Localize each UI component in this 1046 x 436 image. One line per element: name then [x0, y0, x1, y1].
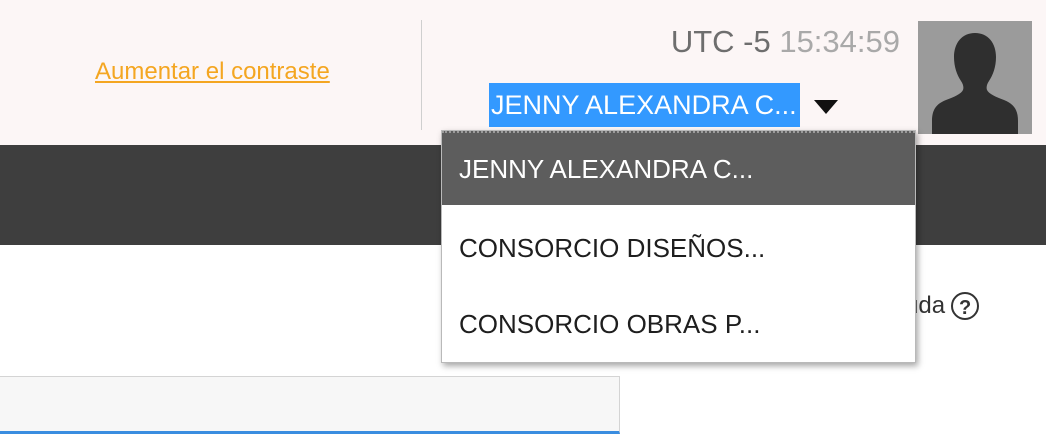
increase-contrast-link[interactable]: Aumentar el contraste: [95, 58, 330, 86]
user-select[interactable]: JENNY ALEXANDRA C...: [489, 83, 838, 127]
search-input[interactable]: [0, 376, 620, 434]
header-divider: [421, 20, 422, 130]
dropdown-option-consorcio-obras[interactable]: CONSORCIO OBRAS P...: [442, 287, 915, 361]
time-label: 15:34:59: [779, 24, 900, 59]
dropdown-option-user[interactable]: JENNY ALEXANDRA C...: [442, 131, 915, 205]
help-link[interactable]: uda ?: [905, 292, 980, 320]
chevron-down-icon[interactable]: [813, 100, 838, 114]
user-dropdown-menu: JENNY ALEXANDRA C... CONSORCIO DISEÑOS..…: [441, 130, 916, 363]
dropdown-option-consorcio-disenos[interactable]: CONSORCIO DISEÑOS...: [442, 211, 915, 285]
user-silhouette-icon: [918, 21, 1032, 134]
page: Aumentar el contraste UTC -5 15:34:59 JE…: [0, 0, 1046, 436]
avatar[interactable]: [918, 21, 1032, 134]
help-circle-icon[interactable]: ?: [951, 292, 980, 320]
timezone-label: UTC -5: [670, 24, 771, 59]
top-header: Aumentar el contraste UTC -5 15:34:59 JE…: [0, 0, 1046, 145]
clock: UTC -5 15:34:59: [671, 24, 900, 60]
user-select-value[interactable]: JENNY ALEXANDRA C...: [489, 83, 800, 127]
